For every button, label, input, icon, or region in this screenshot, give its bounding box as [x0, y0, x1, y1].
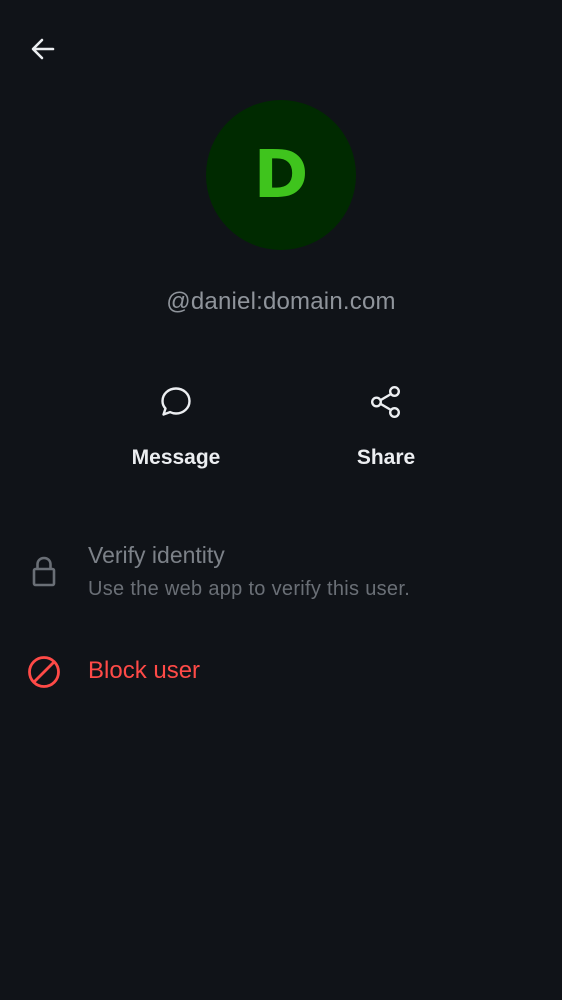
- arrow-left-icon: [29, 35, 57, 68]
- verify-identity-subtitle: Use the web app to verify this user.: [88, 578, 411, 600]
- message-button[interactable]: Message: [101, 380, 251, 470]
- message-label: Message: [131, 446, 221, 469]
- share-label: Share: [356, 446, 416, 469]
- verify-identity-title: Verify identity: [88, 542, 225, 568]
- block-icon: [24, 652, 64, 692]
- lock-icon: [24, 552, 64, 592]
- back-button[interactable]: [22, 30, 64, 72]
- chat-bubble-icon: [154, 380, 198, 424]
- share-button[interactable]: Share: [311, 380, 461, 470]
- block-user-item[interactable]: Block user: [0, 648, 562, 696]
- user-profile-screen: D @daniel:domain.com Message Share Verif…: [0, 0, 562, 1000]
- avatar-initial: D: [253, 136, 309, 213]
- user-id-text: @daniel:domain.com: [166, 288, 396, 315]
- share-icon: [364, 380, 408, 424]
- verify-identity-item[interactable]: Verify identity Use the web app to verif…: [0, 538, 562, 608]
- block-user-label: Block user: [88, 657, 201, 684]
- avatar: D: [206, 100, 356, 250]
